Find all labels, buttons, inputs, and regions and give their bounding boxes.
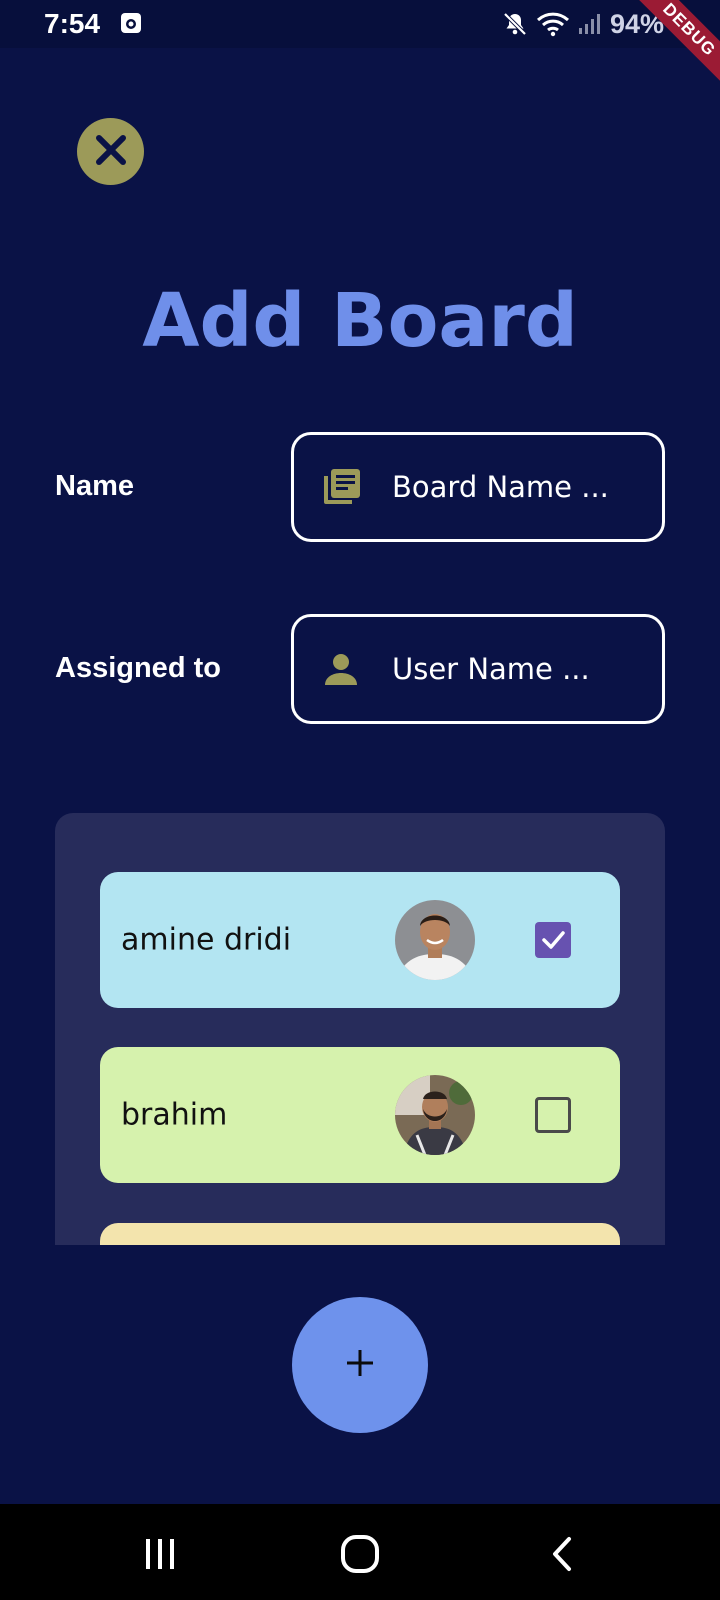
- user-card-partial[interactable]: [100, 1223, 620, 1245]
- user-name: brahim: [121, 1097, 228, 1133]
- screen-recorder-icon: [120, 12, 142, 34]
- page-title: Add Board: [142, 278, 578, 364]
- add-board-button[interactable]: [292, 1297, 428, 1433]
- select-checkbox[interactable]: [535, 1097, 571, 1133]
- board-name-input[interactable]: Board Name ...: [291, 432, 665, 542]
- wifi-icon: [536, 11, 570, 37]
- user-card-brahim[interactable]: brahim: [100, 1047, 620, 1183]
- assigned-to-label: Assigned to: [55, 652, 221, 684]
- close-icon: [93, 132, 129, 172]
- library-books-icon: [318, 464, 364, 510]
- status-time: 7:54: [44, 8, 101, 39]
- status-right-group: 94%: [502, 8, 664, 40]
- home-button[interactable]: [338, 1532, 382, 1576]
- status-bar: 7:54 94%: [0, 0, 720, 48]
- select-checkbox[interactable]: [535, 922, 571, 958]
- navigation-bar: [0, 1504, 720, 1600]
- avatar: [395, 1075, 475, 1155]
- close-button[interactable]: [77, 118, 144, 185]
- plus-icon: [345, 1348, 375, 1382]
- user-name-input[interactable]: User Name ...: [291, 614, 665, 724]
- user-name: amine dridi: [121, 922, 292, 958]
- avatar: [395, 900, 475, 980]
- user-card-amine-dridi[interactable]: amine dridi: [100, 872, 620, 1008]
- mute-icon: [502, 11, 528, 37]
- recent-apps-button[interactable]: [138, 1532, 182, 1576]
- back-button[interactable]: [540, 1532, 584, 1576]
- user-name-placeholder: User Name ...: [392, 652, 590, 686]
- user-list[interactable]: amine dridi brahim: [55, 813, 665, 1245]
- name-label: Name: [55, 470, 134, 502]
- signal-icon: [578, 12, 602, 36]
- person-icon: [318, 646, 364, 692]
- add-board-screen: 7:54 94% DEBUG Add Board Name Board Name…: [0, 0, 720, 1600]
- board-name-placeholder: Board Name ...: [392, 470, 609, 504]
